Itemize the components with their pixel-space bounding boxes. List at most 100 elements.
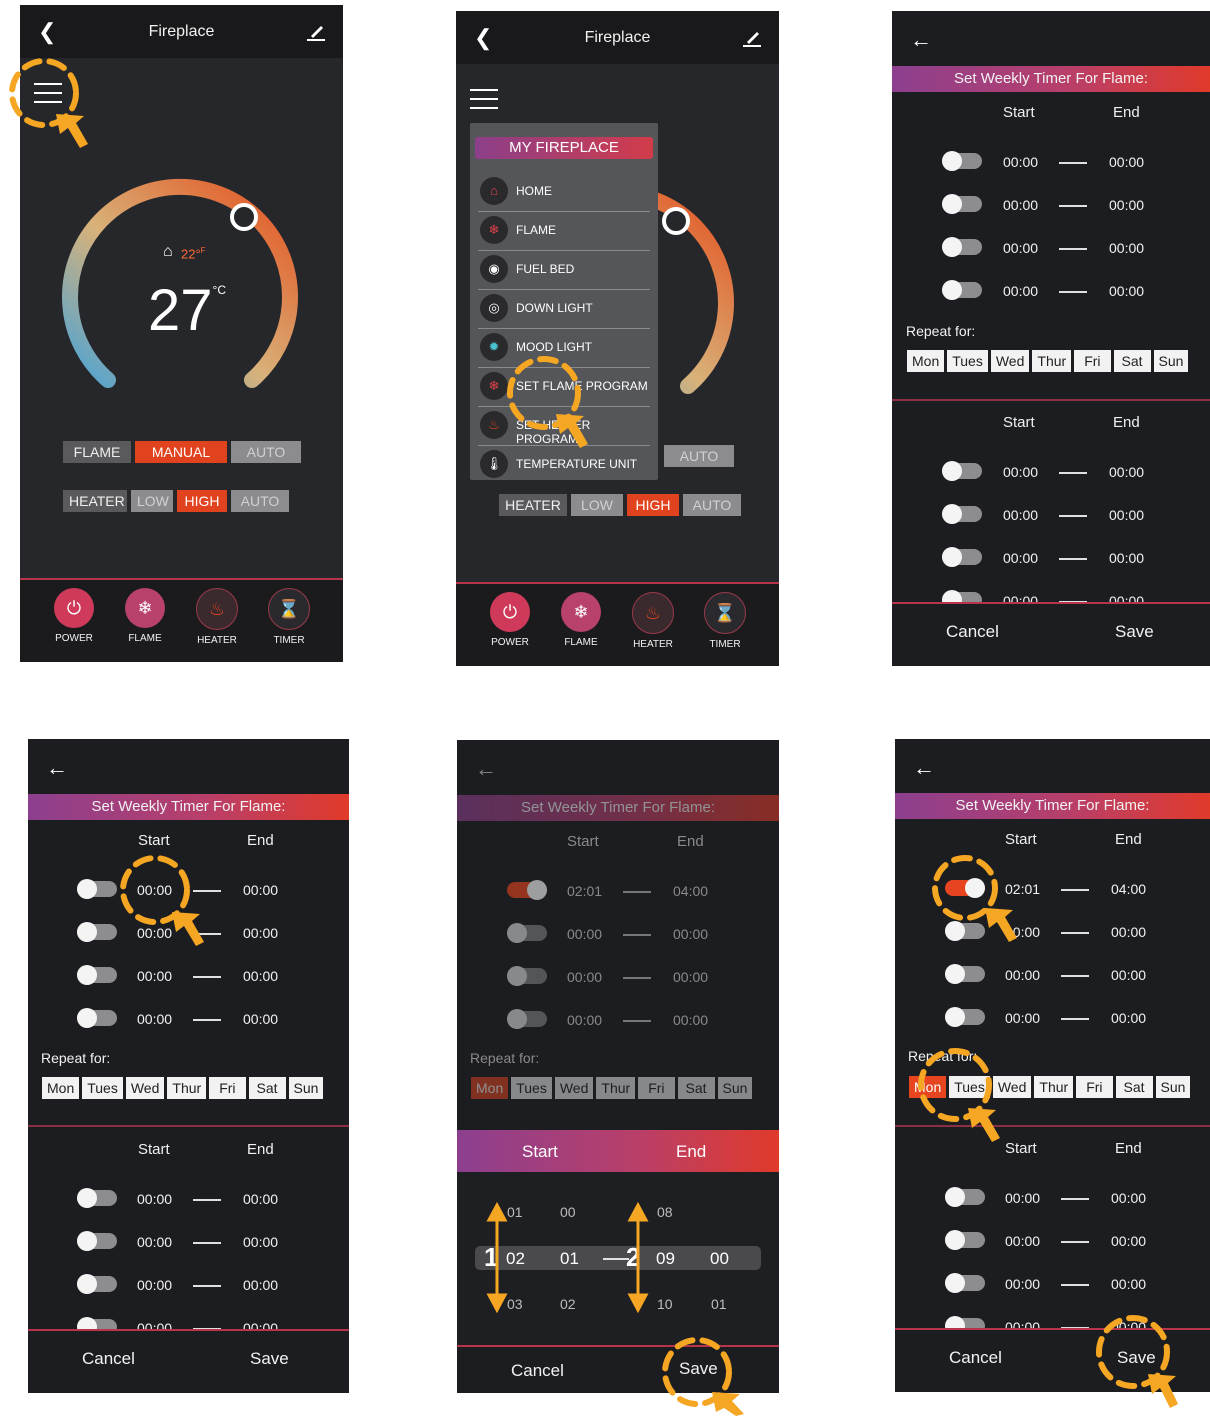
back-arrow-icon[interactable]: ← bbox=[475, 756, 497, 782]
timer-toggle[interactable] bbox=[945, 1187, 985, 1207]
timer-toggle[interactable] bbox=[507, 923, 547, 943]
start-time[interactable]: 00:00 bbox=[1003, 240, 1038, 256]
start-time[interactable]: 00:00 bbox=[1005, 924, 1040, 940]
flame-icon[interactable]: ❄ bbox=[125, 588, 165, 628]
end-time[interactable]: 00:00 bbox=[673, 926, 708, 942]
end-time[interactable]: 00:00 bbox=[1111, 1190, 1146, 1206]
day-sun[interactable]: Sun bbox=[1155, 1076, 1191, 1098]
nav-power[interactable]: ⏻ POWER bbox=[44, 588, 104, 644]
end-time[interactable]: 00:00 bbox=[243, 925, 278, 941]
day-thur[interactable]: Thur bbox=[596, 1077, 636, 1099]
timer-toggle[interactable] bbox=[945, 878, 985, 898]
heater-high-button[interactable]: HIGH bbox=[627, 494, 679, 516]
start-time[interactable]: 00:00 bbox=[137, 925, 172, 941]
end-hour-selected[interactable]: 09 bbox=[656, 1249, 675, 1269]
timer-toggle[interactable] bbox=[77, 922, 117, 942]
flame-auto-button[interactable]: AUTO bbox=[231, 441, 301, 463]
menu-item-set-flame-program[interactable]: ❄ SET FLAME PROGRAM bbox=[478, 368, 650, 407]
timer-toggle[interactable] bbox=[942, 461, 982, 481]
end-time[interactable]: 04:00 bbox=[1111, 881, 1146, 897]
day-sat[interactable]: Sat bbox=[1113, 350, 1151, 372]
start-hour-next[interactable]: 03 bbox=[507, 1296, 523, 1312]
nav-heater[interactable]: ♨ HEATER bbox=[623, 592, 683, 650]
day-wed[interactable]: Wed bbox=[554, 1077, 594, 1099]
end-time[interactable]: 00:00 bbox=[1111, 1233, 1146, 1249]
power-icon[interactable]: ⏻ bbox=[54, 588, 94, 628]
save-button[interactable]: Save bbox=[1115, 622, 1154, 642]
timer-toggle[interactable] bbox=[945, 921, 985, 941]
start-time[interactable]: 00:00 bbox=[567, 926, 602, 942]
end-time[interactable]: 00:00 bbox=[243, 1191, 278, 1207]
timer-icon[interactable]: ⌛ bbox=[268, 588, 310, 630]
flame-auto-button[interactable]: AUTO bbox=[664, 445, 734, 467]
save-button[interactable]: Save bbox=[679, 1359, 718, 1379]
timer-toggle[interactable] bbox=[507, 966, 547, 986]
heater-high-button[interactable]: HIGH bbox=[177, 490, 227, 512]
start-time[interactable]: 00:00 bbox=[1003, 464, 1038, 480]
day-sat[interactable]: Sat bbox=[677, 1077, 715, 1099]
start-time[interactable]: 00:00 bbox=[1003, 283, 1038, 299]
start-minute-next[interactable]: 02 bbox=[560, 1296, 576, 1312]
day-tues[interactable]: Tues bbox=[82, 1077, 123, 1099]
day-fri[interactable]: Fri bbox=[209, 1077, 246, 1099]
start-minute-selected[interactable]: 01 bbox=[560, 1249, 579, 1269]
day-wed[interactable]: Wed bbox=[992, 1076, 1032, 1098]
start-time[interactable]: 00:00 bbox=[137, 1011, 172, 1027]
menu-item-mood-light[interactable]: ✹ MOOD LIGHT bbox=[478, 329, 650, 368]
end-time[interactable]: 00:00 bbox=[1109, 283, 1144, 299]
heater-low-button[interactable]: LOW bbox=[131, 490, 173, 512]
day-fri[interactable]: Fri bbox=[638, 1077, 675, 1099]
start-time[interactable]: 00:00 bbox=[1005, 1190, 1040, 1206]
nav-timer[interactable]: ⌛ TIMER bbox=[259, 588, 319, 646]
heater-icon[interactable]: ♨ bbox=[196, 588, 238, 630]
start-time[interactable]: 02:01 bbox=[1005, 881, 1040, 897]
start-hour-selected[interactable]: 02 bbox=[506, 1249, 525, 1269]
day-sun[interactable]: Sun bbox=[288, 1077, 324, 1099]
start-time[interactable]: 00:00 bbox=[1005, 1233, 1040, 1249]
timer-toggle[interactable] bbox=[77, 879, 117, 899]
start-minute-prev[interactable]: 00 bbox=[560, 1204, 576, 1220]
timer-toggle[interactable] bbox=[945, 1230, 985, 1250]
end-time[interactable]: 00:00 bbox=[1111, 967, 1146, 983]
start-time[interactable]: 00:00 bbox=[137, 968, 172, 984]
day-tues[interactable]: Tues bbox=[947, 350, 988, 372]
timer-toggle[interactable] bbox=[507, 880, 547, 900]
end-time[interactable]: 00:00 bbox=[243, 968, 278, 984]
heater-auto-button[interactable]: AUTO bbox=[231, 490, 289, 512]
heater-auto-button[interactable]: AUTO bbox=[683, 494, 741, 516]
nav-heater[interactable]: ♨ HEATER bbox=[187, 588, 247, 646]
timer-toggle[interactable] bbox=[507, 1009, 547, 1029]
end-hour-next[interactable]: 10 bbox=[657, 1296, 673, 1312]
start-time[interactable]: 00:00 bbox=[1005, 1010, 1040, 1026]
menu-item-set-heater-program[interactable]: ♨ SET HEATER PROGRAM bbox=[478, 407, 650, 446]
end-time[interactable]: 00:00 bbox=[1109, 197, 1144, 213]
day-sat[interactable]: Sat bbox=[248, 1077, 286, 1099]
day-fri[interactable]: Fri bbox=[1074, 350, 1111, 372]
end-time[interactable]: 00:00 bbox=[673, 1012, 708, 1028]
timer-icon[interactable]: ⌛ bbox=[704, 592, 746, 634]
timer-toggle[interactable] bbox=[942, 547, 982, 567]
start-time[interactable]: 00:00 bbox=[1005, 967, 1040, 983]
day-thur[interactable]: Thur bbox=[1032, 350, 1072, 372]
day-wed[interactable]: Wed bbox=[125, 1077, 165, 1099]
day-sun[interactable]: Sun bbox=[717, 1077, 753, 1099]
end-time[interactable]: 00:00 bbox=[1109, 240, 1144, 256]
timer-toggle[interactable] bbox=[942, 151, 982, 171]
day-sun[interactable]: Sun bbox=[1153, 350, 1189, 372]
day-tues[interactable]: Tues bbox=[511, 1077, 552, 1099]
timer-toggle[interactable] bbox=[942, 504, 982, 524]
timer-toggle[interactable] bbox=[942, 280, 982, 300]
end-time[interactable]: 00:00 bbox=[1109, 464, 1144, 480]
timer-toggle[interactable] bbox=[942, 237, 982, 257]
start-time[interactable]: 00:00 bbox=[137, 882, 172, 898]
nav-flame[interactable]: ❄ FLAME bbox=[551, 592, 611, 648]
end-time[interactable]: 00:00 bbox=[1111, 1276, 1146, 1292]
edit-icon[interactable] bbox=[305, 22, 327, 42]
timer-toggle[interactable] bbox=[77, 1274, 117, 1294]
end-time[interactable]: 00:00 bbox=[1109, 507, 1144, 523]
start-time[interactable]: 00:00 bbox=[1003, 154, 1038, 170]
timer-toggle[interactable] bbox=[77, 965, 117, 985]
day-mon[interactable]: Mon bbox=[42, 1077, 80, 1099]
timer-toggle[interactable] bbox=[77, 1008, 117, 1028]
day-wed[interactable]: Wed bbox=[990, 350, 1030, 372]
